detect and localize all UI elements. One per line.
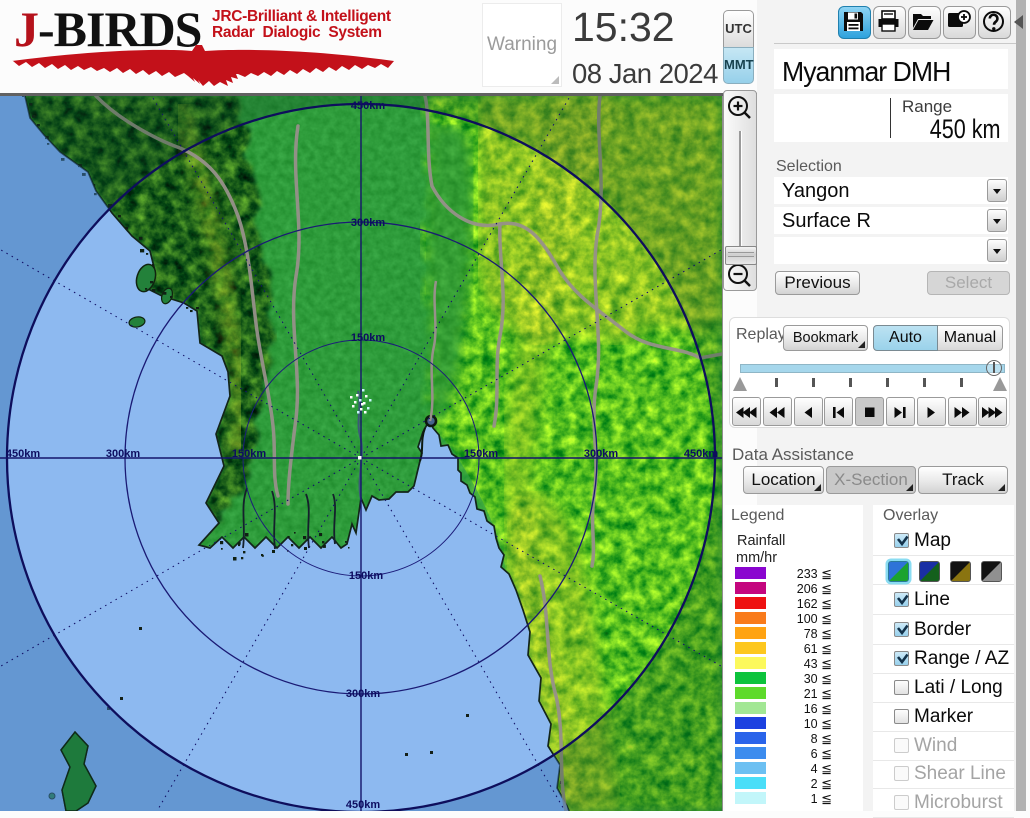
svg-text:150km: 150km — [351, 332, 385, 344]
svg-text:450km: 450km — [6, 448, 40, 460]
svg-text:450km: 450km — [684, 448, 718, 460]
svg-text:450km: 450km — [346, 799, 380, 811]
svg-text:450km: 450km — [351, 100, 385, 112]
svg-text:300km: 300km — [106, 448, 140, 460]
svg-text:300km: 300km — [584, 448, 618, 460]
svg-text:150km: 150km — [232, 448, 266, 460]
svg-text:150km: 150km — [349, 570, 383, 582]
svg-text:300km: 300km — [351, 217, 385, 229]
svg-text:150km: 150km — [464, 448, 498, 460]
svg-text:300km: 300km — [346, 688, 380, 700]
